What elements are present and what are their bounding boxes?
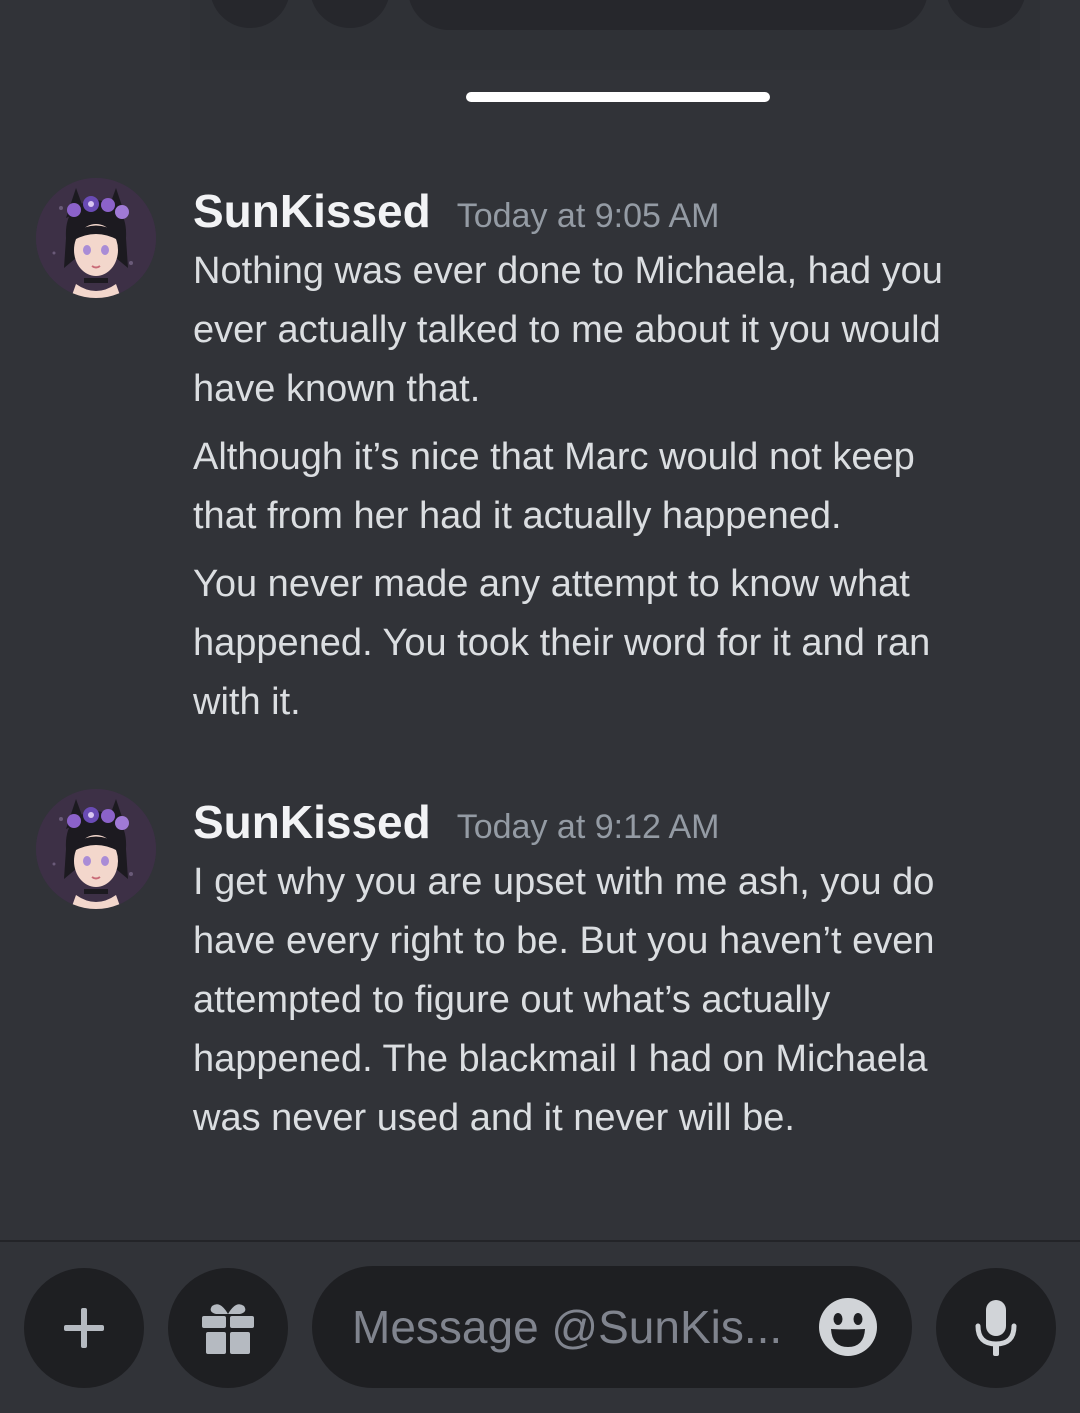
avatar-icon: [36, 178, 156, 298]
message-line: was never used and it never will be.: [193, 1097, 795, 1139]
timestamp: Today at 9:12 AM: [456, 808, 720, 846]
message-line: have known that.: [193, 368, 481, 410]
message-line: have every right to be. But you haven’t …: [193, 920, 935, 962]
message-header: SunKissed Today at 9:05 AM: [193, 183, 719, 244]
avatar[interactable]: [36, 789, 156, 909]
sheet-drag-handle[interactable]: [466, 92, 770, 102]
message-line: ever actually talked to me about it you …: [193, 309, 941, 351]
message-line: attempted to figure out what’s actually: [193, 979, 831, 1021]
message-line: Although it’s nice that Marc would not k…: [193, 436, 915, 478]
message-line: Nothing was ever done to Michaela, had y…: [193, 250, 943, 292]
message-input[interactable]: Message @SunKis...: [312, 1266, 912, 1388]
dm-screen: SunKissed Today at 9:05 AM Nothing was e…: [0, 0, 1080, 1413]
emoji-button[interactable]: [818, 1297, 878, 1357]
message-header: SunKissed Today at 9:12 AM: [193, 794, 719, 855]
message-paragraph: I get why you are upset with me ash, you…: [193, 853, 1023, 1148]
message-line: I get why you are upset with me ash, you…: [193, 861, 935, 903]
gift-button[interactable]: [168, 1268, 288, 1388]
avatar[interactable]: [36, 178, 156, 298]
message-line: You never made any attempt to know what: [193, 563, 910, 605]
timestamp: Today at 9:05 AM: [456, 197, 720, 235]
avatar-icon: [36, 789, 156, 909]
message-line: happened. You took their word for it and…: [193, 622, 931, 664]
message-paragraph: You never made any attempt to know what …: [193, 555, 1023, 732]
background-message-input: [408, 0, 928, 30]
attach-button[interactable]: [24, 1268, 144, 1388]
microphone-icon: [975, 1300, 1017, 1356]
gift-icon: [202, 1304, 254, 1354]
message-line: that from her had it actually happened.: [193, 495, 842, 537]
message-paragraph: Nothing was ever done to Michaela, had y…: [193, 242, 1023, 419]
message-line: happened. The blackmail I had on Michael…: [193, 1038, 928, 1080]
voice-button[interactable]: [936, 1268, 1056, 1388]
username[interactable]: SunKissed: [193, 794, 431, 850]
message-input-placeholder: Message @SunKis...: [352, 1301, 783, 1353]
plus-icon: [64, 1308, 104, 1348]
username[interactable]: SunKissed: [193, 183, 431, 239]
message-paragraph: Although it’s nice that Marc would not k…: [193, 428, 1023, 546]
message-line: with it.: [193, 681, 301, 723]
smiley-icon: [819, 1298, 877, 1356]
